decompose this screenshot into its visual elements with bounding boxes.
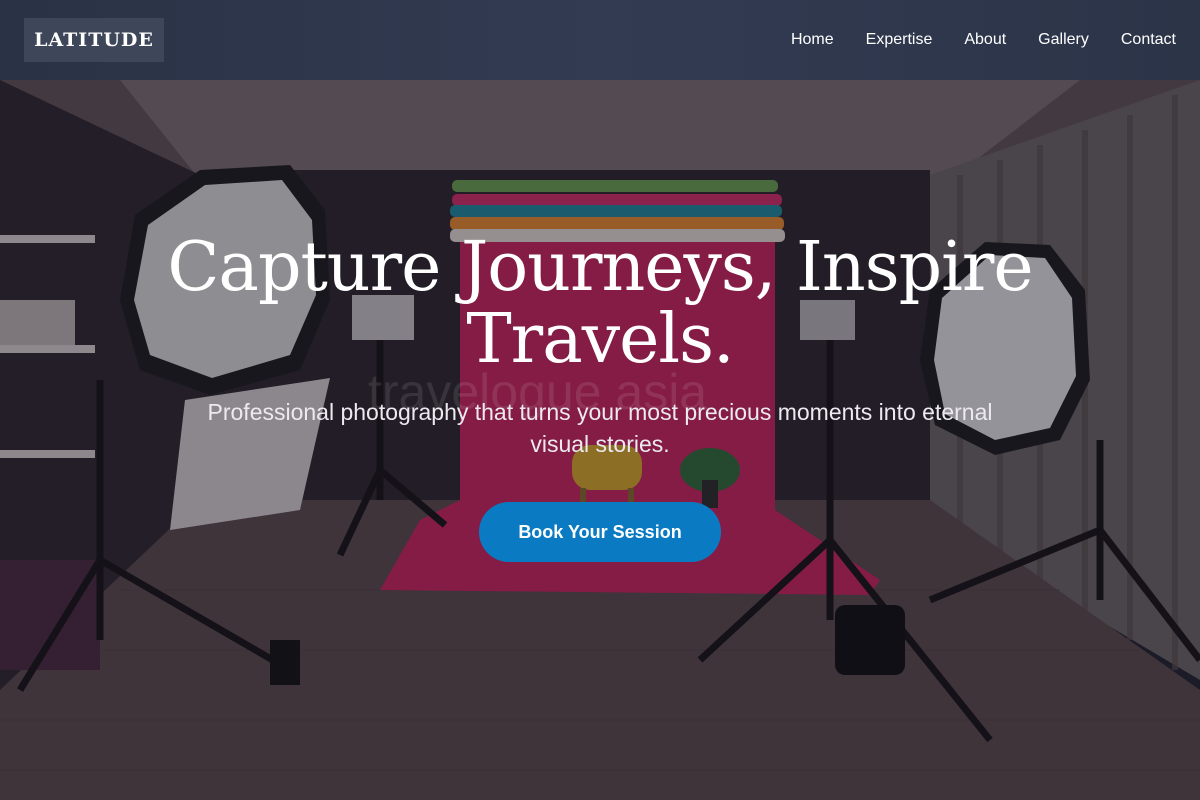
nav-contact-link[interactable]: Contact bbox=[1121, 31, 1176, 49]
book-session-button[interactable]: Book Your Session bbox=[479, 502, 721, 562]
nav-home-link[interactable]: Home bbox=[791, 31, 834, 49]
hero-title: Capture Journeys, Inspire Travels. bbox=[167, 228, 1033, 379]
main-nav: Home Expertise About Gallery Contact bbox=[759, 0, 1176, 80]
site-header: LATITUDE Home Expertise About Gallery Co… bbox=[0, 0, 1200, 80]
nav-gallery-link[interactable]: Gallery bbox=[1038, 31, 1089, 49]
hero-subtitle: Professional photography that turns your… bbox=[207, 399, 993, 457]
landing-page: travelogue asia LATITUDE Home Expertise … bbox=[0, 0, 1200, 800]
site-logo[interactable]: LATITUDE bbox=[24, 18, 164, 62]
nav-expertise-link[interactable]: Expertise bbox=[866, 31, 933, 49]
hero-section: Capture Journeys, Inspire Travels. Profe… bbox=[0, 232, 1200, 562]
nav-about-link[interactable]: About bbox=[964, 31, 1006, 49]
